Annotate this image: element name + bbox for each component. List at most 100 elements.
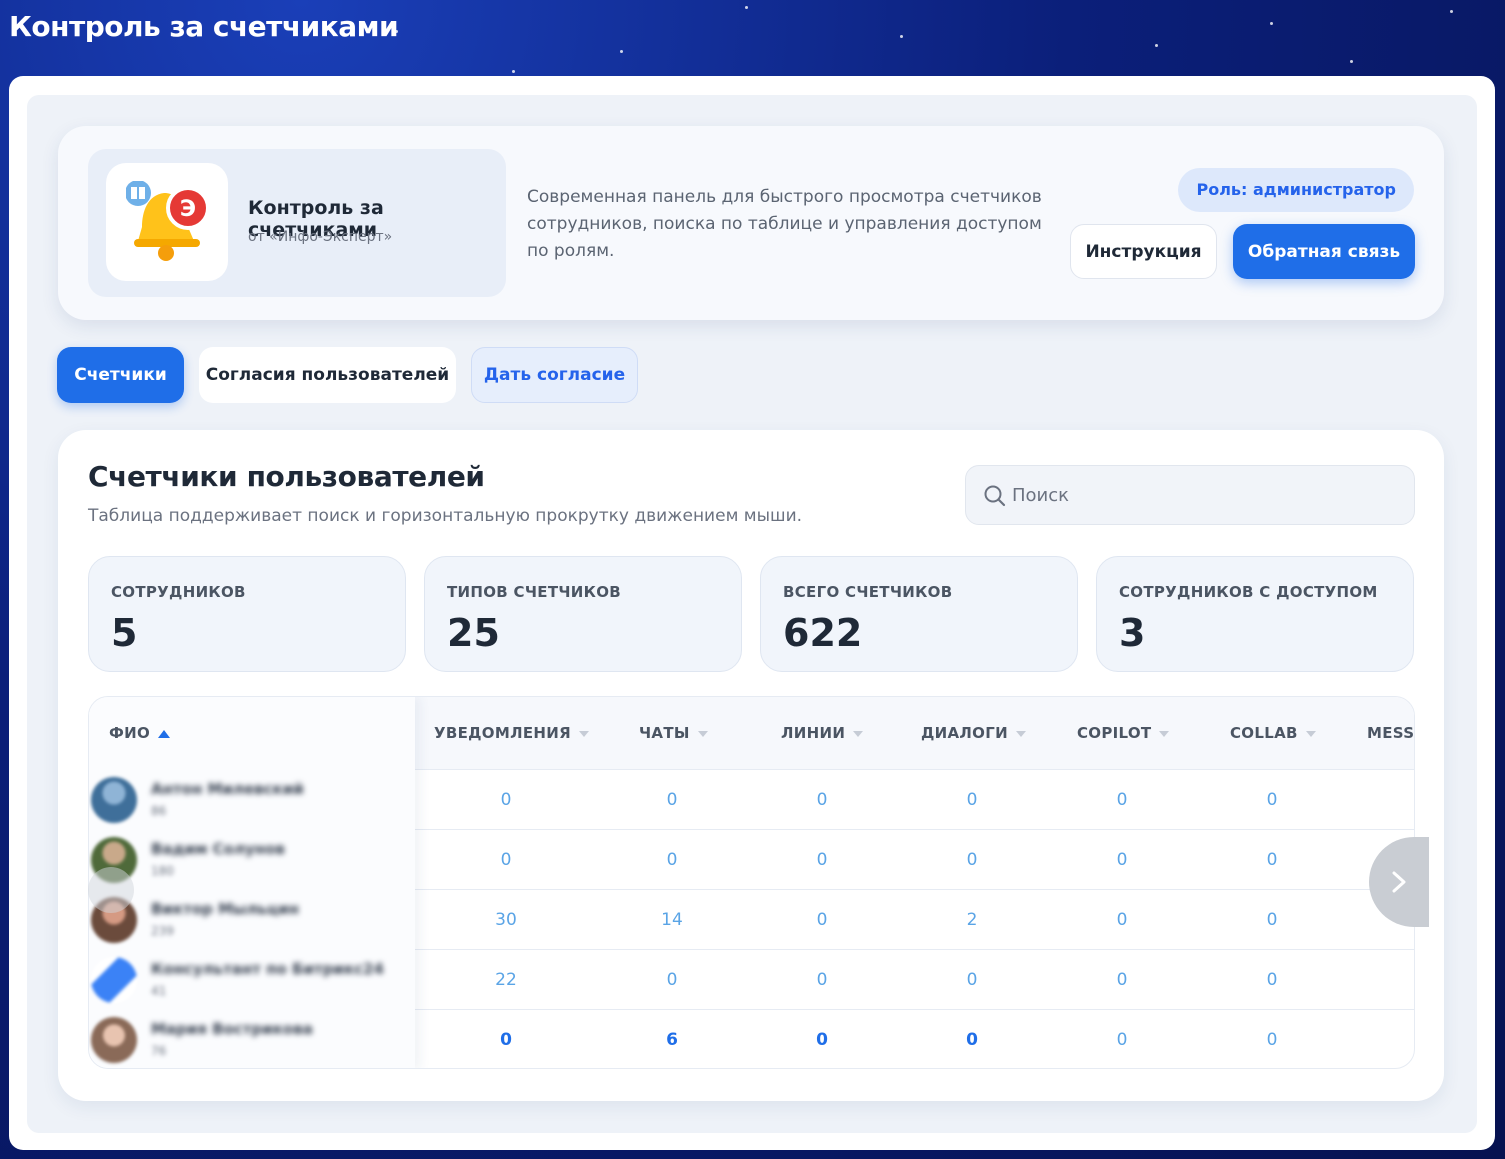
- counter-value: 0: [966, 970, 978, 990]
- stat-value: 5: [111, 611, 138, 655]
- counter-value: 0: [966, 1030, 978, 1050]
- column-header-collab[interactable]: COLLAB: [1230, 697, 1316, 770]
- column-header-fio[interactable]: ФИО: [109, 697, 171, 770]
- sort-asc-icon: [158, 729, 171, 738]
- stat-label: ТИПОВ СЧЕТЧИКОВ: [447, 583, 621, 601]
- counter-value: 0: [500, 1030, 512, 1050]
- stat-label: СОТРУДНИКОВ С ДОСТУПОМ: [1119, 583, 1378, 601]
- stat-employees: СОТРУДНИКОВ 5: [88, 556, 406, 672]
- counter-value: 22: [495, 970, 517, 990]
- employee-id: 239: [151, 924, 174, 938]
- table-row[interactable]: Консультант по Битрикс24 41 22 0 0 0 0 0: [89, 950, 1414, 1010]
- tab-user-consents[interactable]: Согласия пользователей: [199, 347, 456, 403]
- stat-label: ВСЕГО СЧЕТЧИКОВ: [783, 583, 953, 601]
- counter-value: 0: [1116, 850, 1128, 870]
- table-row[interactable]: Антон Милевский 86 0 0 0 0 0 0: [89, 770, 1414, 830]
- section-subtitle: Таблица поддерживает поиск и горизонталь…: [88, 506, 803, 526]
- employee-id: 86: [151, 804, 167, 818]
- logo-badge-letter: Э: [180, 197, 196, 222]
- counter-value: 0: [816, 970, 828, 990]
- column-header-lines[interactable]: ЛИНИИ: [781, 697, 864, 770]
- counter-value: 0: [1116, 910, 1128, 930]
- counter-value: 0: [500, 790, 512, 810]
- counter-value: 0: [666, 970, 678, 990]
- counter-value: 0: [1266, 910, 1278, 930]
- app-title: Контроль за счетчиками: [9, 10, 399, 43]
- counters-card: Счетчики пользователей Таблица поддержив…: [58, 430, 1444, 1101]
- counters-table[interactable]: ФИО УВЕДОМЛЕНИЯ ЧАТЫ ЛИНИИ ДИАЛОГИ COPIL…: [88, 696, 1415, 1069]
- app-vendor: от «Инфо-Эксперт»: [248, 229, 393, 245]
- search-input[interactable]: [1012, 466, 1402, 524]
- stat-value: 622: [783, 611, 863, 655]
- stat-value: 3: [1119, 611, 1146, 655]
- column-header-label: ДИАЛОГИ: [921, 724, 1008, 742]
- column-header-label: COLLAB: [1230, 724, 1298, 742]
- counter-value: 14: [661, 910, 683, 930]
- employee-cell[interactable]: Виктор Мыльцин 239: [89, 890, 415, 950]
- employee-cell[interactable]: Антон Милевский 86: [89, 770, 415, 830]
- employee-name: Консультант по Битрикс24: [151, 960, 384, 978]
- counter-value: 0: [816, 790, 828, 810]
- counter-value: 0: [1266, 1030, 1278, 1050]
- column-header-label: ЛИНИИ: [781, 724, 846, 742]
- counter-value: 0: [1116, 790, 1128, 810]
- table-row[interactable]: Виктор Мыльцин 239 30 14 0 2 0 0: [89, 890, 1414, 950]
- column-header-notifications[interactable]: УВЕДОМЛЕНИЯ: [434, 697, 589, 770]
- feedback-button[interactable]: Обратная связь: [1233, 224, 1415, 279]
- avatar: [91, 1017, 137, 1063]
- tab-give-consent[interactable]: Дать согласие: [471, 347, 638, 403]
- app-window: Э Контроль за счетчиками от «Инфо-Экспер…: [9, 76, 1495, 1150]
- counter-value: 2: [966, 910, 978, 930]
- counter-value: 0: [816, 1030, 828, 1050]
- table-row[interactable]: Мария Вострикова 76 0 6 0 0 0 0: [89, 1010, 1414, 1068]
- sort-icon: [697, 730, 708, 737]
- employee-id: 180: [151, 864, 174, 878]
- table-row[interactable]: Вадим Солунов 180 0 0 0 0 0 0: [89, 830, 1414, 890]
- avatar: [91, 957, 137, 1003]
- counter-value: 0: [666, 850, 678, 870]
- column-header-label: УВЕДОМЛЕНИЯ: [434, 724, 571, 742]
- sort-icon: [1159, 730, 1170, 737]
- counter-value: 0: [816, 850, 828, 870]
- counter-value: 0: [1116, 1030, 1128, 1050]
- app-description: Современная панель для быстрого просмотр…: [527, 187, 1042, 261]
- app-content: Э Контроль за счетчиками от «Инфо-Экспер…: [27, 95, 1477, 1133]
- counter-value: 0: [816, 910, 828, 930]
- search-icon: [984, 485, 1006, 507]
- sort-icon: [578, 730, 589, 737]
- counter-value: 0: [1266, 790, 1278, 810]
- counter-value: 0: [1266, 970, 1278, 990]
- tab-counters[interactable]: Счетчики: [57, 347, 184, 403]
- counter-value: 0: [666, 790, 678, 810]
- stat-label: СОТРУДНИКОВ: [111, 583, 246, 601]
- column-header-label: COPILOT: [1077, 724, 1152, 742]
- employee-cell[interactable]: Вадим Солунов 180: [89, 830, 415, 890]
- column-header-dialogs[interactable]: ДИАЛОГИ: [921, 697, 1026, 770]
- search-box: [965, 465, 1415, 525]
- sort-icon: [853, 730, 864, 737]
- role-badge: Роль: администратор: [1178, 168, 1414, 212]
- instruction-button[interactable]: Инструкция: [1070, 224, 1217, 279]
- counter-value: 6: [666, 1030, 678, 1050]
- avatar: [91, 777, 137, 823]
- chevron-right-icon: [1392, 871, 1406, 893]
- counter-value: 30: [495, 910, 517, 930]
- counter-value: 0: [1266, 850, 1278, 870]
- stat-counter-types: ТИПОВ СЧЕТЧИКОВ 25: [424, 556, 742, 672]
- scroll-left-button[interactable]: [88, 867, 134, 913]
- stat-total-counters: ВСЕГО СЧЕТЧИКОВ 622: [760, 556, 1078, 672]
- stat-value: 25: [447, 611, 500, 655]
- employee-id: 76: [151, 1044, 167, 1058]
- column-header-messenger[interactable]: MESSE: [1367, 697, 1415, 770]
- header-card: Э Контроль за счетчиками от «Инфо-Экспер…: [58, 126, 1444, 320]
- employee-id: 41: [151, 984, 167, 998]
- column-header-copilot[interactable]: COPILOT: [1077, 697, 1170, 770]
- section-title: Счетчики пользователей: [88, 460, 485, 493]
- column-header-chats[interactable]: ЧАТЫ: [639, 697, 708, 770]
- employee-cell[interactable]: Мария Вострикова 76: [89, 1010, 415, 1068]
- employee-cell[interactable]: Консультант по Битрикс24 41: [89, 950, 415, 1010]
- app-logo: Э: [106, 163, 228, 281]
- stat-employees-with-access: СОТРУДНИКОВ С ДОСТУПОМ 3: [1096, 556, 1414, 672]
- bell-logo-icon: Э: [126, 181, 210, 261]
- column-header-label: MESSE: [1367, 724, 1415, 742]
